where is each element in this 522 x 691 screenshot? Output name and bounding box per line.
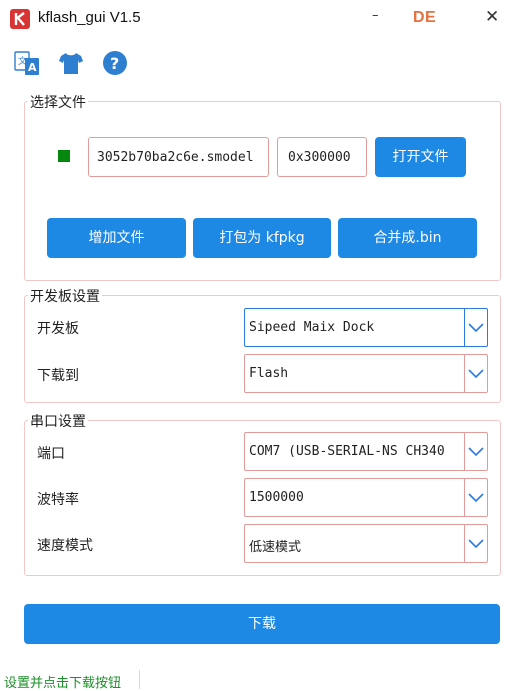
- serial-settings-group-title: 串口设置: [28, 411, 88, 431]
- baud-rate-select-value: 1500000: [249, 490, 304, 505]
- speed-mode-select[interactable]: 低速模式: [244, 524, 488, 563]
- language-badge[interactable]: DE: [413, 9, 436, 27]
- file-path-input[interactable]: [88, 137, 269, 177]
- port-select-value: COM7 (USB-SERIAL-NS CH340: [249, 444, 445, 459]
- download-to-select[interactable]: Flash: [244, 354, 488, 393]
- window-title: kflash_gui V1.5: [38, 9, 141, 26]
- chevron-down-icon[interactable]: [464, 433, 487, 470]
- theme-shirt-icon[interactable]: [58, 50, 84, 76]
- title-bar[interactable]: kflash_gui V1.5 – DE ✕: [0, 0, 522, 38]
- board-select-value: Sipeed Maix Dock: [249, 320, 375, 335]
- board-select[interactable]: Sipeed Maix Dock: [244, 308, 488, 347]
- status-bar-divider: [139, 670, 140, 689]
- language-translate-icon[interactable]: 文 A: [14, 50, 40, 76]
- chevron-down-icon[interactable]: [464, 479, 487, 516]
- speed-mode-label: 速度模式: [37, 538, 93, 554]
- chevron-down-icon[interactable]: [464, 355, 487, 392]
- file-select-group-title: 选择文件: [28, 92, 88, 112]
- file-enabled-indicator[interactable]: [58, 150, 70, 162]
- status-message: 设置并点击下载按钮: [4, 676, 122, 691]
- svg-text:A: A: [28, 61, 37, 74]
- add-file-button[interactable]: 增加文件: [47, 218, 186, 258]
- svg-text:?: ?: [110, 54, 119, 73]
- speed-mode-select-value: 低速模式: [249, 540, 302, 555]
- minimize-button[interactable]: –: [372, 8, 379, 23]
- merge-bin-button[interactable]: 合并成.bin: [338, 218, 477, 258]
- open-file-button[interactable]: 打开文件: [375, 137, 466, 177]
- download-button[interactable]: 下载: [24, 604, 500, 644]
- board-label: 开发板: [37, 321, 79, 337]
- download-to-select-value: Flash: [249, 366, 289, 381]
- chevron-down-icon[interactable]: [464, 525, 487, 562]
- port-label: 端口: [37, 446, 65, 462]
- baud-rate-select[interactable]: 1500000: [244, 478, 488, 517]
- kflash-logo-icon: [10, 9, 30, 29]
- help-icon[interactable]: ?: [102, 50, 128, 76]
- address-input[interactable]: [277, 137, 367, 177]
- baud-rate-label: 波特率: [37, 492, 79, 508]
- pack-kfpkg-button[interactable]: 打包为 kfpkg: [193, 218, 331, 258]
- close-button[interactable]: ✕: [485, 7, 499, 27]
- port-select[interactable]: COM7 (USB-SERIAL-NS CH340: [244, 432, 488, 471]
- chevron-down-icon[interactable]: [464, 309, 487, 346]
- board-settings-group-title: 开发板设置: [28, 286, 102, 306]
- download-to-label: 下载到: [37, 368, 79, 384]
